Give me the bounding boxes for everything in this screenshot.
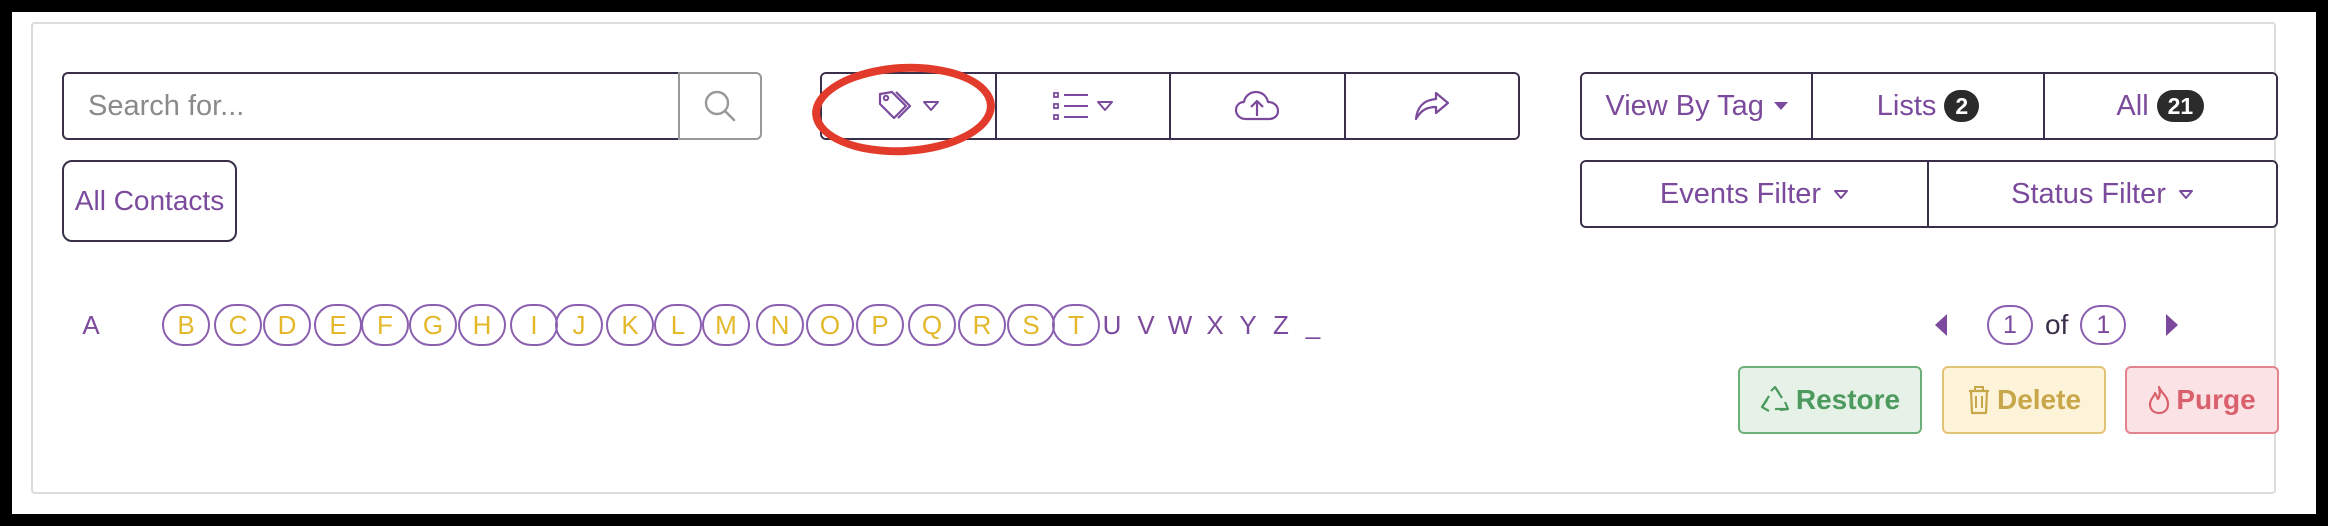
search-icon [704,90,736,122]
restore-button[interactable]: Restore [1738,366,1922,434]
alphabet-letter-s[interactable]: S [1007,304,1055,346]
status-filter-button[interactable]: Status Filter [1929,162,2276,226]
alphabet-letter-y: Y [1239,309,1257,340]
delete-label: Delete [1996,384,2082,415]
all-button[interactable]: All 21 [2044,74,2276,138]
alphabet-letter-q[interactable]: Q [908,304,956,346]
alphabet-letter-z: Z [1273,309,1289,340]
alphabet-letter-u: U [1102,309,1122,340]
view-by-tag-label: View By Tag [1605,89,1764,122]
alphabet-letter-c[interactable]: C [214,304,262,346]
purge-button[interactable]: Purge [2125,366,2279,434]
alphabet-letter-n[interactable]: N [756,304,804,346]
search-input[interactable] [62,72,678,140]
alphabet-letter-d[interactable]: D [263,304,311,346]
chevron-down-icon [1773,102,1788,110]
delete-button[interactable]: Delete [1942,366,2106,434]
alphabet-letter-x: X [1206,309,1224,340]
chevron-down-icon [1096,101,1113,111]
events-filter-button[interactable]: Events Filter [1582,162,1929,226]
alphabet-letter-f[interactable]: F [361,304,409,346]
pagination-of-label: of [2045,309,2069,340]
chevron-down-icon [2178,189,2193,199]
pagination: 1 of 1 [1935,304,2179,346]
alphabet-letter-i[interactable]: I [510,304,558,346]
alphabet-letter-underscore: _ [1305,309,1321,340]
cloud-upload-icon [1235,90,1280,121]
view-button-group: View By Tag Lists 2 All 21 [1580,72,2278,140]
upload-button[interactable] [1171,74,1346,138]
alphabet-letter-p[interactable]: P [856,304,904,346]
events-filter-label: Events Filter [1659,177,1822,210]
recycle-icon [1760,385,1789,412]
status-filter-label: Status Filter [2011,177,2166,210]
alphabet-letter-m[interactable]: M [702,304,750,346]
all-count-badge: 21 [2156,90,2205,122]
alphabet-letter-g[interactable]: G [409,304,457,346]
purge-label: Purge [2176,384,2256,415]
all-label: All [2116,89,2149,122]
list-dropdown-button[interactable] [996,74,1171,138]
lists-label: Lists [1876,89,1937,122]
alphabet-letter-e[interactable]: E [314,304,362,346]
alphabet-letter-t[interactable]: T [1052,304,1100,346]
search-group [62,72,762,140]
view-by-tag-button[interactable]: View By Tag [1582,74,1814,138]
alphabet-letter-b[interactable]: B [162,304,210,346]
next-page-icon[interactable] [2166,314,2179,336]
lists-button[interactable]: Lists 2 [1813,74,2045,138]
alphabet-letter-w: W [1167,309,1193,340]
alphabet-letter-k[interactable]: K [606,304,654,346]
list-icon [1052,92,1088,120]
share-icon [1414,91,1449,121]
alphabet-letter-h[interactable]: H [458,304,506,346]
alphabet-letter-r[interactable]: R [958,304,1006,346]
alphabet-letter-a: A [82,309,100,340]
alphabet-letter-v: V [1137,309,1155,340]
filter-button-group: Events Filter Status Filter [1580,160,2278,228]
alphabet-letter-l[interactable]: L [654,304,702,346]
share-button[interactable] [1345,74,1518,138]
previous-page-icon[interactable] [1935,314,1947,336]
fire-icon [2149,385,2170,415]
current-page-badge[interactable]: 1 [1987,305,2033,345]
search-button[interactable] [678,72,762,140]
trash-icon [1968,386,1989,415]
restore-label: Restore [1795,384,1901,415]
alphabet-letter-j[interactable]: J [555,304,603,346]
total-pages-badge: 1 [2080,305,2127,345]
alphabet-letter-o[interactable]: O [806,304,854,346]
all-contacts-button[interactable]: All Contacts [62,160,237,242]
lists-count-badge: 2 [1944,90,1980,122]
chevron-down-icon [1834,189,1849,199]
